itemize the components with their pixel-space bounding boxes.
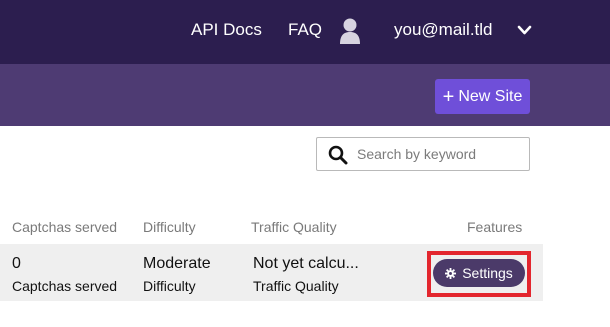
difficulty-label: Difficulty <box>143 278 196 294</box>
search-input[interactable] <box>357 142 525 166</box>
column-header-difficulty: Difficulty <box>143 219 196 235</box>
search-box[interactable] <box>316 137 530 171</box>
nav-faq-link[interactable]: FAQ <box>288 20 322 40</box>
settings-button[interactable]: Settings <box>433 259 525 287</box>
column-header-features: Features <box>467 219 523 235</box>
gear-icon <box>445 267 457 279</box>
new-site-label: New Site <box>458 87 523 105</box>
chevron-down-icon[interactable] <box>517 25 532 35</box>
new-site-button[interactable]: + New Site <box>435 79 530 114</box>
difficulty-value: Moderate <box>143 255 211 272</box>
traffic-quality-label: Traffic Quality <box>253 278 339 294</box>
search-icon <box>328 145 348 165</box>
plus-icon: + <box>442 85 455 108</box>
column-header-captchas-served: Captchas served <box>12 219 118 235</box>
top-navigation-bar: API Docs FAQ you@mail.tld <box>0 0 610 64</box>
column-header-traffic-quality: Traffic Quality <box>251 219 337 235</box>
user-silhouette-icon[interactable] <box>339 17 361 45</box>
traffic-quality-value: Not yet calcu... <box>253 255 359 272</box>
captchas-served-label: Captchas served <box>12 278 118 294</box>
settings-label: Settings <box>462 265 513 281</box>
user-email[interactable]: you@mail.tld <box>394 20 493 40</box>
captchas-served-value: 0 <box>12 255 21 272</box>
nav-api-docs-link[interactable]: API Docs <box>191 20 262 40</box>
